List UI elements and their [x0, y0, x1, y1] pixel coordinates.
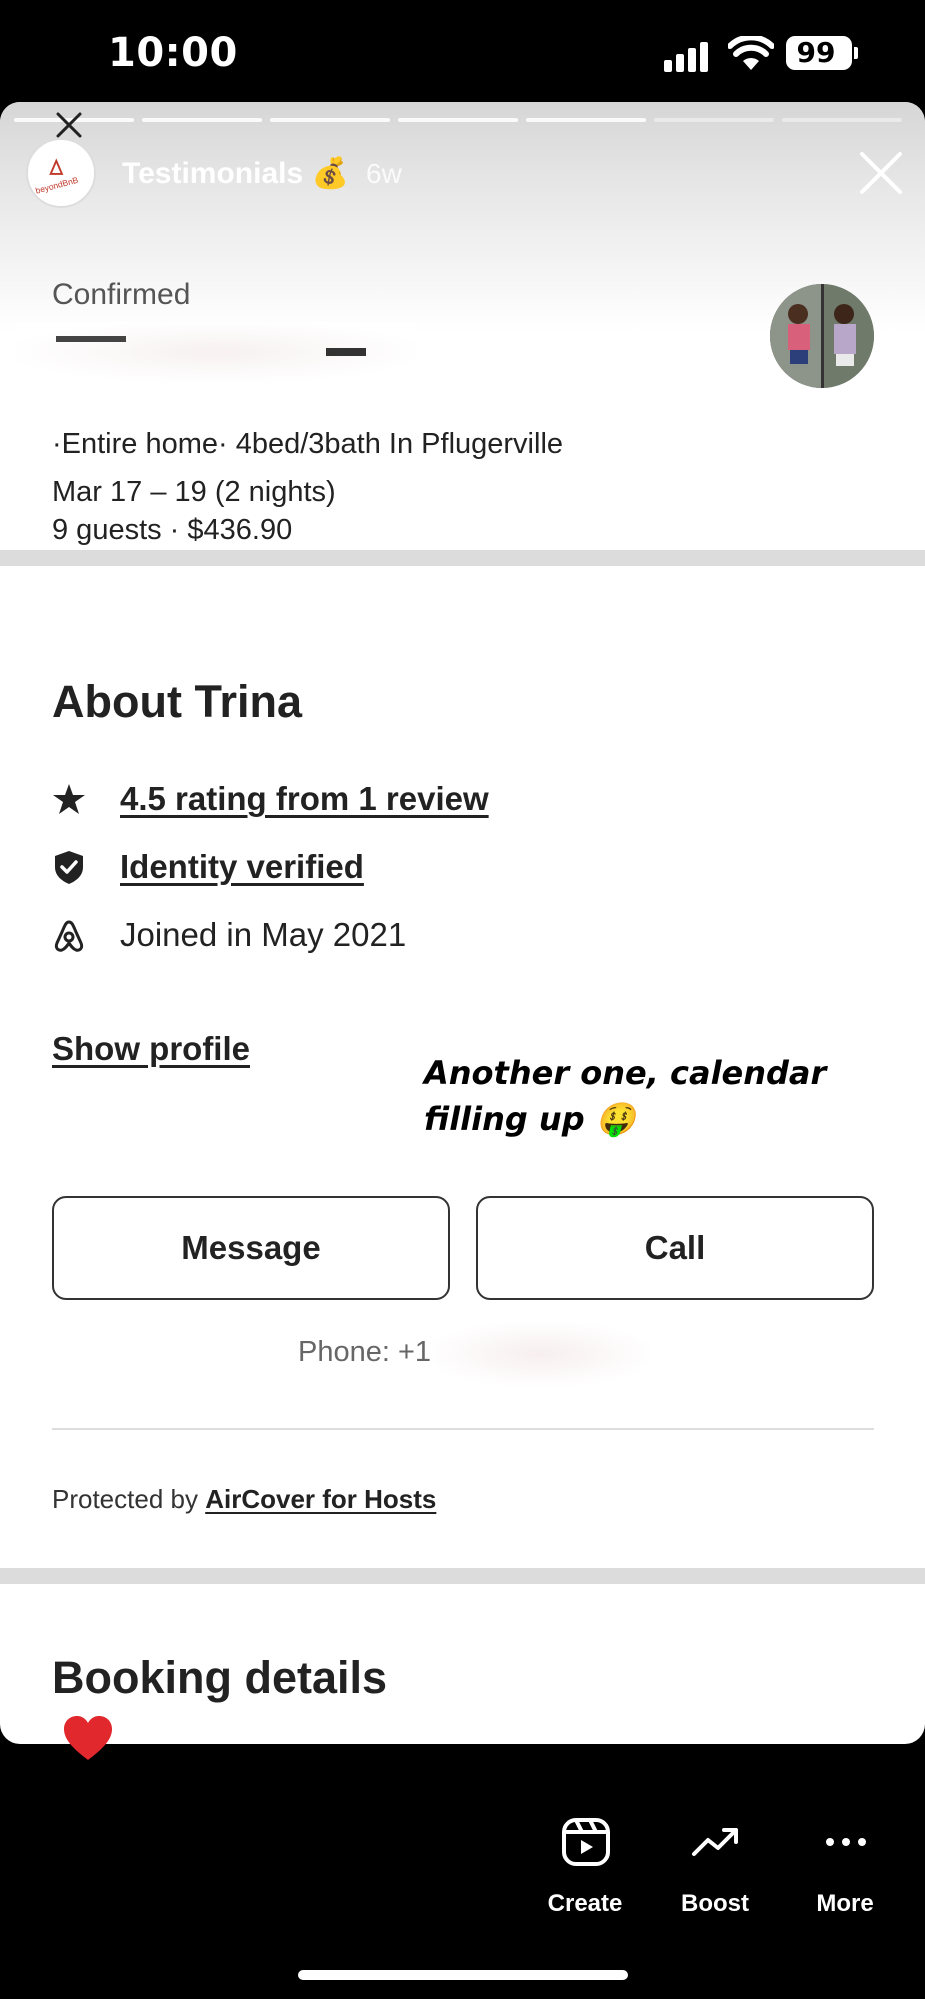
booking-details-title: Booking details — [52, 1652, 388, 1703]
more-button[interactable]: More — [780, 1812, 910, 1922]
about-title: About Trina — [52, 676, 302, 727]
home-indicator[interactable] — [298, 1970, 628, 1980]
logo-icon: beyondBnB — [34, 158, 80, 196]
boost-button[interactable]: Boost — [650, 1812, 780, 1922]
identity-row[interactable]: Identity verified — [52, 846, 872, 890]
close-story-icon[interactable] — [858, 150, 904, 196]
story-caption: Another one, calendar filling up 🤑 — [424, 1050, 864, 1142]
guests-price: 9 guests · $436.90 — [52, 514, 293, 546]
guest-avatar[interactable] — [770, 284, 874, 388]
section-divider — [0, 550, 925, 566]
joined-text: Joined in May 2021 — [120, 916, 407, 953]
story-progress — [14, 118, 911, 123]
story-card[interactable]: beyondBnB Testimonials 💰 6w Confirmed ·E… — [0, 102, 925, 1744]
protection-prefix: Protected by — [52, 1484, 206, 1514]
redacted-phone — [430, 1322, 650, 1386]
aircover-link[interactable]: AirCover for Hosts — [205, 1484, 436, 1514]
clock: 10:00 — [108, 30, 238, 76]
star-icon — [53, 784, 85, 814]
svg-text:beyondBnB: beyondBnB — [34, 175, 79, 196]
story-actions: Create Boost More — [520, 1812, 920, 1932]
section-divider — [0, 1568, 925, 1584]
more-icon — [826, 1838, 866, 1846]
protection-note: Protected by AirCover for Hosts — [52, 1484, 436, 1515]
reservation-status: Confirmed — [52, 278, 191, 311]
message-button[interactable]: Message — [52, 1196, 450, 1300]
more-label: More — [816, 1890, 874, 1917]
joined-row: Joined in May 2021 — [52, 914, 872, 958]
wifi-icon — [728, 36, 774, 70]
battery-icon: 99 — [786, 36, 858, 70]
close-icon[interactable] — [52, 108, 86, 142]
reels-icon — [562, 1818, 610, 1866]
identity-link[interactable]: Identity verified — [120, 846, 364, 888]
reservation-dates: Mar 17 – 19 (2 nights) — [52, 476, 336, 508]
caption-line-1: Another one, calendar — [424, 1054, 827, 1092]
rating-link[interactable]: 4.5 rating from 1 review — [120, 778, 489, 820]
call-button[interactable]: Call — [476, 1196, 874, 1300]
cellular-signal-icon — [664, 42, 714, 72]
status-bar: 10:00 99 — [0, 0, 925, 100]
boost-label: Boost — [681, 1890, 749, 1917]
create-button[interactable]: Create — [520, 1812, 650, 1922]
battery-level: 99 — [796, 36, 836, 69]
heart-icon[interactable] — [62, 1714, 114, 1762]
guest-photo-image — [770, 284, 874, 388]
caption-line-2: filling up 🤑 — [424, 1100, 636, 1138]
create-label: Create — [547, 1890, 623, 1917]
show-profile-link[interactable]: Show profile — [52, 1030, 250, 1068]
listing-name: ·Entire home· 4bed/3bath In Pflugerville — [52, 428, 564, 460]
story-age: 6w — [366, 158, 402, 189]
account-avatar[interactable]: beyondBnB — [26, 138, 96, 208]
airbnb-logo-icon — [54, 920, 84, 952]
divider — [52, 1428, 874, 1430]
phone-number: Phone: +1 — [298, 1336, 432, 1368]
shield-check-icon — [55, 851, 83, 884]
redacted-name — [16, 322, 416, 382]
trending-up-icon — [692, 1828, 738, 1856]
story-title[interactable]: Testimonials 💰 — [122, 156, 349, 191]
rating-row[interactable]: 4.5 rating from 1 review — [52, 778, 872, 822]
